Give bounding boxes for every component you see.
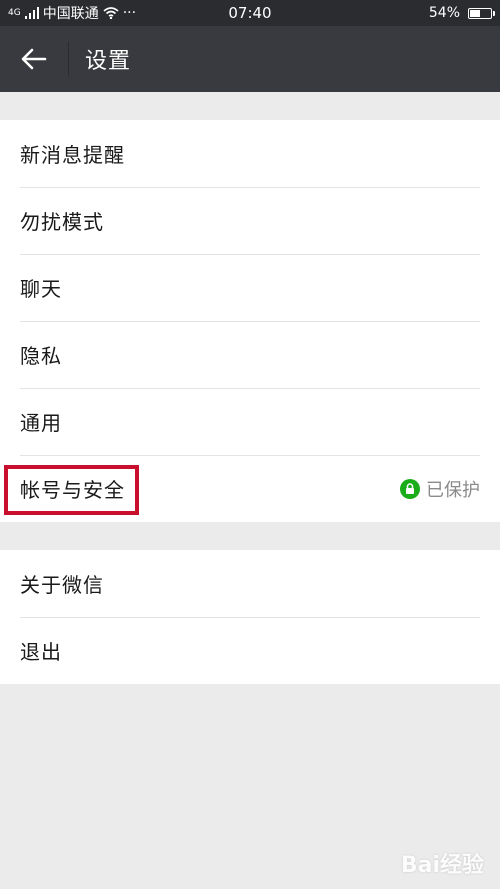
settings-group-secondary: 关于微信 退出 [0, 550, 500, 684]
settings-item-label: 新消息提醒 [20, 143, 125, 167]
settings-item-general[interactable]: 通用 [0, 388, 500, 455]
settings-item-label: 聊天 [20, 277, 62, 301]
settings-item-label: 勿扰模式 [20, 210, 104, 234]
settings-group-main: 新消息提醒 勿扰模式 聊天 隐私 通用 帐号与安全 已保护 [0, 120, 500, 522]
settings-item-label: 关于微信 [20, 573, 104, 597]
network-type: 4G [8, 8, 21, 18]
settings-item-label: 通用 [20, 411, 62, 435]
more-indicator: ··· [122, 5, 137, 21]
settings-item-label: 退出 [20, 640, 62, 664]
watermark: Bai经验 [400, 853, 484, 878]
settings-item-privacy[interactable]: 隐私 [0, 321, 500, 388]
settings-item-do-not-disturb[interactable]: 勿扰模式 [0, 187, 500, 254]
status-right: 54% [428, 5, 495, 21]
battery-fill [470, 9, 481, 17]
settings-item-chat[interactable]: 聊天 [0, 254, 500, 321]
wifi-icon [103, 7, 119, 19]
arrow-left-icon [21, 48, 47, 70]
carrier-name: 中国联通 [42, 6, 99, 22]
protection-status-text: 已保护 [426, 479, 480, 501]
signal-icon [24, 7, 39, 19]
settings-item-account-security[interactable]: 帐号与安全 已保护 [0, 455, 500, 522]
status-bar: 4G 中国联通 ··· 07:40 54% [0, 0, 500, 26]
battery-icon [468, 7, 495, 19]
header: 设置 [0, 26, 500, 92]
settings-item-logout[interactable]: 退出 [0, 617, 500, 684]
back-button[interactable] [0, 26, 68, 92]
settings-item-label: 隐私 [20, 344, 62, 368]
settings-item-new-message-alerts[interactable]: 新消息提醒 [0, 120, 500, 187]
battery-percent: 54% [428, 5, 460, 21]
settings-item-label: 帐号与安全 [20, 478, 125, 502]
lock-icon [400, 478, 420, 499]
page-title: 设置 [85, 49, 132, 74]
header-divider [68, 42, 69, 76]
settings-item-about[interactable]: 关于微信 [0, 550, 500, 617]
status-left: 4G 中国联通 ··· [8, 3, 136, 23]
protection-status: 已保护 [400, 476, 480, 502]
